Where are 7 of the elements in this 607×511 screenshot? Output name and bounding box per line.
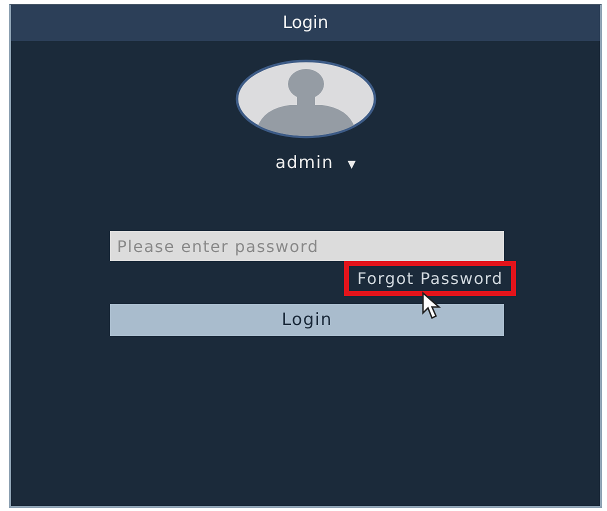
- username: admin: [275, 153, 334, 173]
- forgot-password-link[interactable]: Forgot Password: [344, 261, 516, 296]
- password-field[interactable]: Please enter password: [110, 231, 504, 261]
- login-button[interactable]: Login: [110, 304, 504, 336]
- user-dropdown-caret[interactable]: ▾: [348, 154, 356, 172]
- user-avatar-icon: [234, 59, 376, 139]
- dialog-title: Login: [282, 13, 328, 33]
